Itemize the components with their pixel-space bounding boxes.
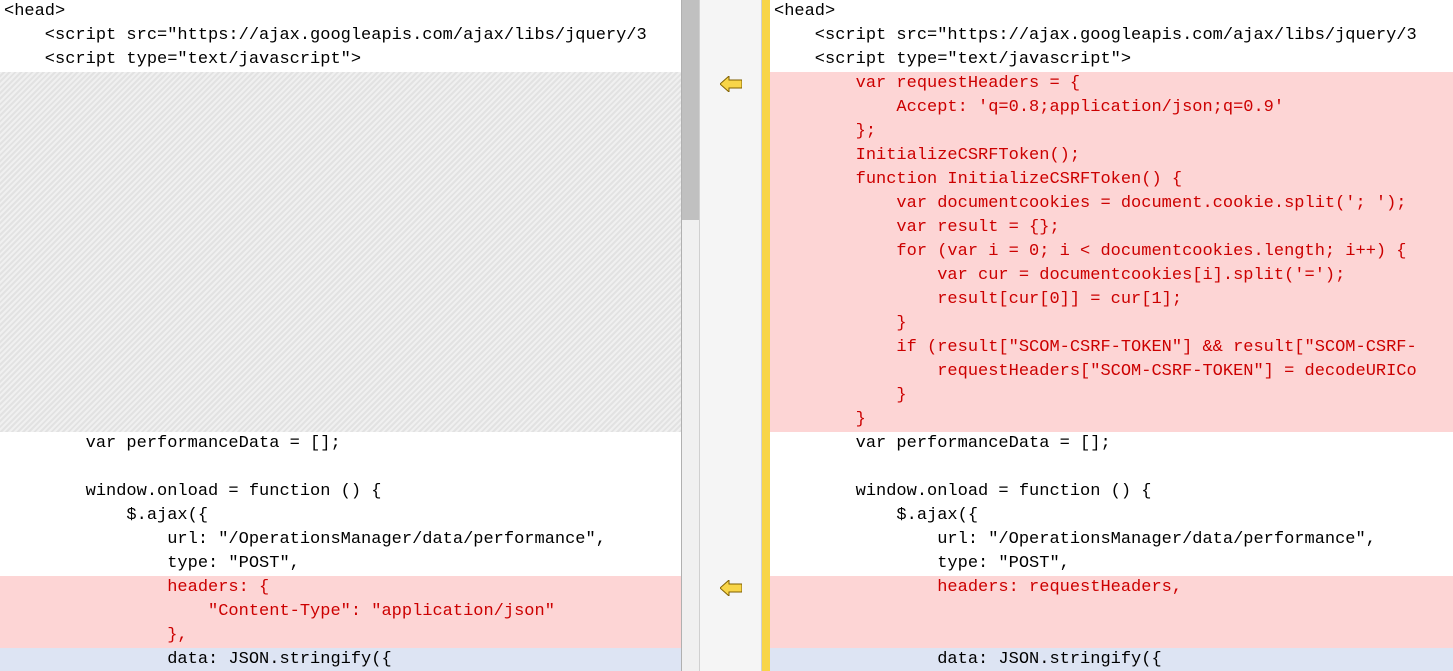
code-line: <script type="text/javascript"> bbox=[0, 48, 681, 72]
code-line: type: "POST", bbox=[0, 552, 681, 576]
code-line-changed: "Content-Type": "application/json" bbox=[0, 600, 681, 624]
code-line-added: function InitializeCSRFToken() { bbox=[770, 168, 1453, 192]
merge-left-arrow-icon[interactable] bbox=[719, 579, 743, 597]
code-line-added: InitializeCSRFToken(); bbox=[770, 144, 1453, 168]
code-line: <script src="https://ajax.googleapis.com… bbox=[0, 24, 681, 48]
code-line-added: var requestHeaders = { bbox=[770, 72, 1453, 96]
deleted-placeholder-block bbox=[770, 600, 1453, 648]
code-line-changed: }, bbox=[0, 624, 681, 648]
code-line: data: JSON.stringify({ bbox=[0, 648, 681, 671]
code-line-added: Accept: 'q=0.8;application/json;q=0.9' bbox=[770, 96, 1453, 120]
code-line: <head> bbox=[0, 0, 681, 24]
code-line: data: JSON.stringify({ bbox=[770, 648, 1453, 671]
code-line: window.onload = function () { bbox=[770, 480, 1453, 504]
code-line: <script type="text/javascript"> bbox=[770, 48, 1453, 72]
code-line: window.onload = function () { bbox=[0, 480, 681, 504]
merge-left-arrow-icon[interactable] bbox=[719, 75, 743, 93]
code-line-added: var cur = documentcookies[i].split('='); bbox=[770, 264, 1453, 288]
code-line-added: if (result["SCOM-CSRF-TOKEN"] && result[… bbox=[770, 336, 1453, 360]
right-change-strip bbox=[762, 0, 770, 671]
left-scrollbar-thumb[interactable] bbox=[682, 0, 699, 220]
diff-gutter bbox=[682, 0, 770, 671]
code-line-added: var documentcookies = document.cookie.sp… bbox=[770, 192, 1453, 216]
code-line-changed: headers: { bbox=[0, 576, 681, 600]
code-line-added: result[cur[0]] = cur[1]; bbox=[770, 288, 1453, 312]
code-line: url: "/OperationsManager/data/performanc… bbox=[770, 528, 1453, 552]
code-line: $.ajax({ bbox=[0, 504, 681, 528]
code-line: type: "POST", bbox=[770, 552, 1453, 576]
code-line-added: for (var i = 0; i < documentcookies.leng… bbox=[770, 240, 1453, 264]
code-line-added: }; bbox=[770, 120, 1453, 144]
code-line: url: "/OperationsManager/data/performanc… bbox=[0, 528, 681, 552]
deleted-placeholder-block bbox=[0, 72, 681, 432]
code-line-added: } bbox=[770, 384, 1453, 408]
right-code-pane[interactable]: <head> <script src="https://ajax.googlea… bbox=[770, 0, 1453, 671]
code-line: <head> bbox=[770, 0, 1453, 24]
left-code-pane[interactable]: <head> <script src="https://ajax.googlea… bbox=[0, 0, 682, 671]
code-line: var performanceData = []; bbox=[770, 432, 1453, 456]
code-line: $.ajax({ bbox=[770, 504, 1453, 528]
code-line: var performanceData = []; bbox=[0, 432, 681, 456]
code-line-added: } bbox=[770, 408, 1453, 432]
code-line: <script src="https://ajax.googleapis.com… bbox=[770, 24, 1453, 48]
diff-container: <head> <script src="https://ajax.googlea… bbox=[0, 0, 1453, 671]
code-line-added: } bbox=[770, 312, 1453, 336]
code-line-added: var result = {}; bbox=[770, 216, 1453, 240]
code-line-changed: headers: requestHeaders, bbox=[770, 576, 1453, 600]
code-line bbox=[770, 456, 1453, 480]
gutter-middle bbox=[699, 0, 762, 671]
code-line-added: requestHeaders["SCOM-CSRF-TOKEN"] = deco… bbox=[770, 360, 1453, 384]
code-line bbox=[0, 456, 681, 480]
left-scrollbar-track[interactable] bbox=[682, 0, 699, 671]
